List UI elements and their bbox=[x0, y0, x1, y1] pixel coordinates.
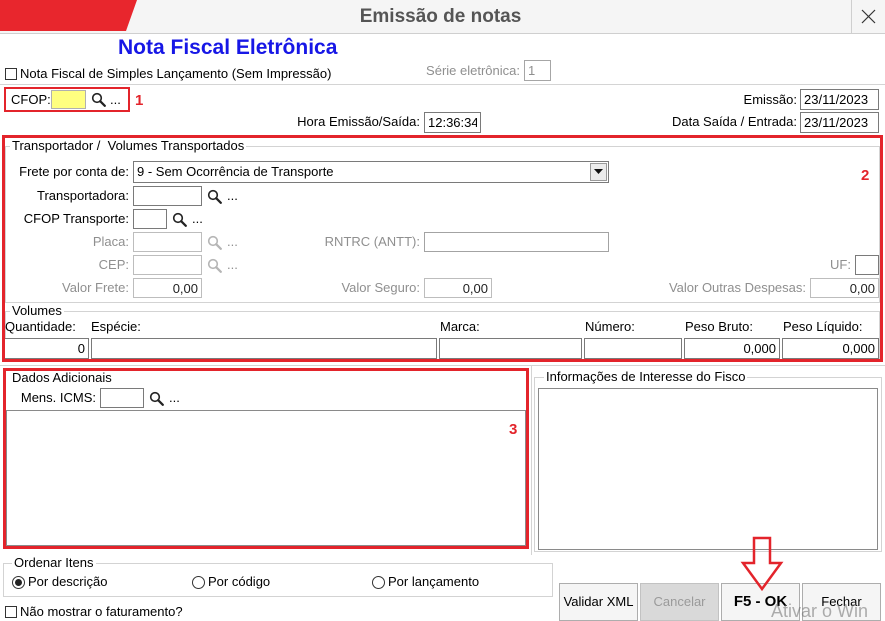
radio-por-descricao-label[interactable]: Por descrição bbox=[28, 574, 107, 590]
peso-bruto-input[interactable] bbox=[684, 338, 780, 359]
cfop-transporte-label: CFOP Transporte: bbox=[23, 211, 129, 226]
valor-seguro-label: Valor Seguro: bbox=[341, 280, 420, 295]
volumes-group-label: Volumes bbox=[10, 303, 64, 319]
placa-input[interactable] bbox=[133, 232, 202, 252]
close-icon bbox=[861, 9, 876, 24]
hora-emissao-label: Hora Emissão/Saída: bbox=[297, 114, 420, 129]
nao-mostrar-faturamento-label[interactable]: Não mostrar o faturamento? bbox=[20, 604, 183, 620]
radio-por-descricao[interactable] bbox=[12, 576, 25, 589]
serie-eletronica-label: Série eletrônica: bbox=[426, 63, 520, 78]
window-title: Emissão de notas bbox=[359, 6, 522, 27]
placa-more-button: ... bbox=[227, 234, 238, 249]
validar-xml-button[interactable]: Validar XML bbox=[559, 583, 638, 621]
peso-liquido-header: Peso Líquido: bbox=[783, 319, 863, 334]
uf-label: UF: bbox=[830, 257, 851, 272]
annotation-marker-1: 1 bbox=[135, 92, 144, 109]
valor-outras-despesas-label: Valor Outras Despesas: bbox=[668, 280, 806, 295]
especie-input[interactable] bbox=[91, 338, 437, 359]
transportadora-more-button[interactable]: ... bbox=[227, 188, 238, 204]
cep-label: CEP: bbox=[98, 257, 129, 272]
ordenar-itens-label: Ordenar Itens bbox=[12, 555, 96, 571]
mens-icms-label: Mens. ICMS: bbox=[20, 390, 96, 405]
data-saida-input[interactable] bbox=[800, 112, 879, 133]
rntrc-label: RNTRC (ANTT): bbox=[324, 234, 420, 249]
dados-adicionais-textarea[interactable] bbox=[6, 410, 526, 546]
search-icon bbox=[207, 258, 222, 273]
annotation-marker-3: 3 bbox=[509, 421, 518, 438]
fisco-group-label: Informações de Interesse do Fisco bbox=[544, 369, 748, 385]
cep-input[interactable] bbox=[133, 255, 202, 275]
cfop-input[interactable] bbox=[51, 90, 86, 109]
annotation-marker-2: 2 bbox=[861, 167, 870, 184]
peso-liquido-input[interactable] bbox=[782, 338, 879, 359]
frete-dropdown-button[interactable] bbox=[590, 163, 607, 181]
column-divider bbox=[531, 365, 532, 555]
radio-por-codigo-label[interactable]: Por código bbox=[208, 574, 270, 590]
fechar-button[interactable]: Fechar bbox=[802, 583, 881, 621]
marca-input[interactable] bbox=[439, 338, 582, 359]
search-icon[interactable] bbox=[149, 391, 164, 406]
close-button[interactable] bbox=[852, 0, 885, 33]
simples-lancamento-checkbox[interactable] bbox=[5, 68, 17, 80]
emissao-label: Emissão: bbox=[743, 92, 797, 107]
numero-header: Número: bbox=[585, 319, 635, 334]
marca-header: Marca: bbox=[440, 319, 480, 334]
cfop-transporte-input[interactable] bbox=[133, 209, 167, 229]
radio-por-lancamento-label[interactable]: Por lançamento bbox=[388, 574, 479, 590]
simples-lancamento-label: Nota Fiscal de Simples Lançamento (Sem I… bbox=[20, 66, 332, 81]
fisco-textarea[interactable] bbox=[538, 388, 878, 550]
transportadora-label: Transportadora: bbox=[36, 188, 129, 203]
valor-seguro-input[interactable] bbox=[424, 278, 492, 298]
search-icon[interactable] bbox=[91, 92, 106, 107]
emissao-date-input[interactable] bbox=[800, 89, 879, 110]
arrow-down-icon bbox=[740, 536, 784, 592]
cep-more-button: ... bbox=[227, 257, 238, 272]
quantidade-input[interactable] bbox=[4, 338, 89, 359]
transport-group-label: Transportador / Volumes Transportados bbox=[10, 138, 247, 154]
uf-input[interactable] bbox=[855, 255, 879, 275]
search-icon bbox=[207, 235, 222, 250]
cancelar-button[interactable]: Cancelar bbox=[640, 583, 719, 621]
frete-label: Frete por conta de: bbox=[19, 164, 129, 179]
cfop-transporte-more-button[interactable]: ... bbox=[192, 211, 203, 227]
dados-adicionais-label: Dados Adicionais bbox=[10, 370, 114, 386]
mens-icms-input[interactable] bbox=[100, 388, 144, 408]
search-icon[interactable] bbox=[207, 189, 222, 204]
radio-por-lancamento[interactable] bbox=[372, 576, 385, 589]
valor-frete-input[interactable] bbox=[133, 278, 202, 298]
radio-por-codigo[interactable] bbox=[192, 576, 205, 589]
quantidade-header: Quantidade: bbox=[5, 319, 76, 334]
chevron-down-icon bbox=[594, 169, 603, 174]
header-divider bbox=[0, 84, 885, 85]
valor-outras-despesas-input[interactable] bbox=[810, 278, 879, 298]
emissao-notas-dialog: Emissão de notas Nota Fiscal Eletrônica … bbox=[0, 0, 885, 621]
cfop-more-button[interactable]: ... bbox=[110, 92, 121, 108]
numero-input[interactable] bbox=[584, 338, 682, 359]
serie-eletronica-input[interactable] bbox=[524, 60, 551, 81]
search-icon[interactable] bbox=[172, 212, 187, 227]
nfe-title: Nota Fiscal Eletrônica bbox=[118, 36, 338, 59]
peso-bruto-header: Peso Bruto: bbox=[685, 319, 753, 334]
mens-icms-more-button[interactable]: ... bbox=[169, 390, 180, 406]
rntrc-input[interactable] bbox=[424, 232, 609, 252]
section-divider bbox=[0, 365, 885, 366]
placa-label: Placa: bbox=[92, 234, 129, 249]
nao-mostrar-faturamento-checkbox[interactable] bbox=[5, 606, 17, 618]
valor-frete-label: Valor Frete: bbox=[62, 280, 129, 295]
frete-select[interactable]: 9 - Sem Ocorrência de Transporte bbox=[133, 161, 609, 183]
hora-emissao-input[interactable] bbox=[424, 112, 481, 133]
transportadora-input[interactable] bbox=[133, 186, 202, 206]
cfop-label: CFOP: bbox=[11, 92, 51, 107]
title-divider bbox=[0, 33, 885, 34]
data-saida-label: Data Saída / Entrada: bbox=[671, 114, 797, 129]
especie-header: Espécie: bbox=[91, 319, 141, 334]
frete-selected-value: 9 - Sem Ocorrência de Transporte bbox=[137, 164, 334, 179]
